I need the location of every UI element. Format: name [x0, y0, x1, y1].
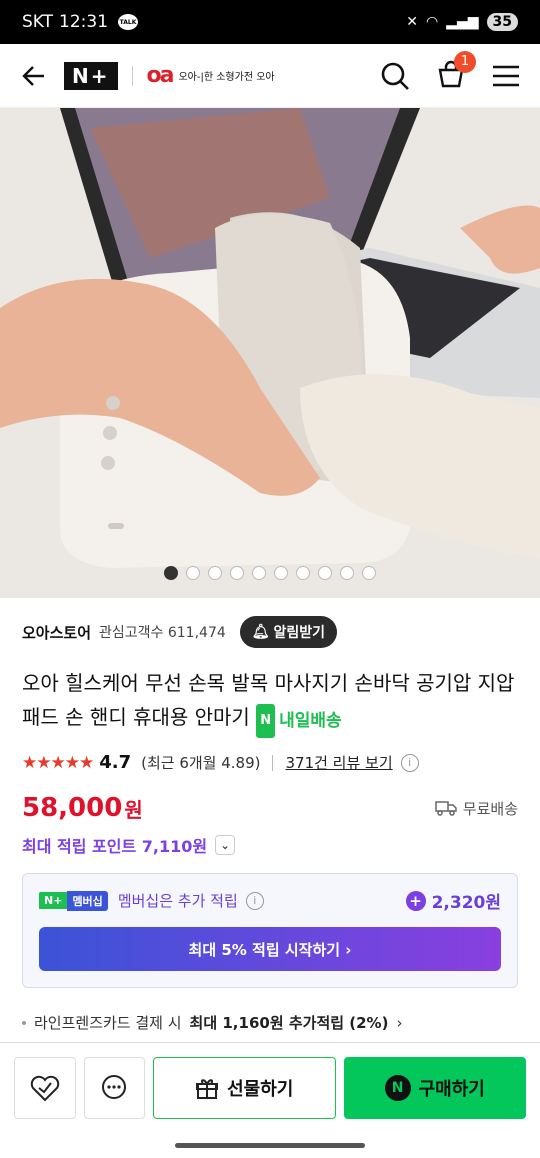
n-delivery-icon: N [256, 704, 276, 738]
rating-row: ★★★★★ 4.7 (최근 6개월 4.89) 371건 리뷰 보기 i [22, 752, 518, 773]
delivery-badge: N 내일배송 [256, 704, 342, 738]
store-row: 오아스토어 관심고객수 611,474 🔔︎ 알림받기 [22, 616, 518, 648]
membership-amount-text: 2,320원 [431, 893, 501, 913]
carousel-dots [0, 566, 540, 580]
carousel-dot[interactable] [252, 566, 266, 580]
buy-button[interactable]: N 구매하기 [343, 1056, 526, 1119]
product-image [0, 108, 540, 598]
membership-badge-part: 멤버십 [67, 890, 108, 911]
gift-label: 선물하기 [227, 1078, 294, 1100]
carousel-dot[interactable] [230, 566, 244, 580]
truck-icon [435, 801, 457, 816]
max-points[interactable]: 최대 적립 포인트 7,110원 ⌄ [22, 833, 518, 857]
carousel-dot[interactable] [362, 566, 376, 580]
store-followers: 관심고객수 611,474 [99, 625, 226, 641]
price-row: 58,000 원 무료배송 [22, 793, 518, 823]
home-indicator[interactable] [175, 1142, 365, 1148]
signal-icon: ▂▄▆ [446, 14, 479, 30]
header-divider [131, 65, 133, 86]
chevron-right-icon: › [396, 1013, 403, 1032]
cart-button[interactable]: 1 [436, 50, 476, 93]
card-offer[interactable]: 라인프렌즈카드 결제 시 최대 1,160원 추가적립 (2%) › [22, 1012, 518, 1033]
bell-plus-icon: 🔔︎ [251, 624, 270, 640]
store-name[interactable]: 오아스토어 [22, 622, 91, 643]
chevron-down-icon[interactable]: ⌄ [215, 835, 236, 855]
carousel-dot[interactable] [296, 566, 310, 580]
membership-text: 멤버십은 추가 적립 [117, 892, 238, 910]
nplus-logo[interactable]: N+ [64, 61, 118, 90]
battery-icon: 35 [486, 13, 518, 31]
card-offer-prefix: 라인프렌즈카드 결제 시 [34, 1014, 182, 1032]
product-title: 오아 힐스케어 무선 손목 발목 마사지기 손바닥 공기압 지압패드 손 핸디 … [22, 666, 518, 738]
membership-start-button[interactable]: 최대 5% 적립 시작하기 › [39, 927, 501, 971]
gift-button[interactable]: 선물하기 [153, 1056, 336, 1119]
carousel-dot[interactable] [164, 566, 178, 580]
alarm-button[interactable]: 🔔︎ 알림받기 [239, 616, 338, 648]
membership-amount: + 2,320원 [405, 888, 501, 913]
price-unit: 원 [124, 797, 143, 822]
talk-icon: TALK [118, 14, 139, 30]
rating-recent: (최근 6개월 4.89) [141, 754, 261, 772]
status-bar: SKT 12:31 TALK ✕ ◠ ▂▄▆ 35 [0, 0, 540, 44]
back-button[interactable] [20, 61, 50, 91]
brand-text: 오아-|한 소형가전 오아 [178, 72, 275, 83]
bullet-icon [22, 1020, 26, 1025]
membership-info-icon[interactable]: i [245, 891, 264, 910]
gift-icon [196, 1078, 219, 1099]
naver-pay-icon: N [384, 1074, 411, 1101]
carousel-dot[interactable] [274, 566, 288, 580]
wifi-icon: ◠ [425, 14, 439, 30]
back-arrow-icon [22, 65, 44, 86]
plus-circle-icon: + [405, 890, 426, 911]
points-text: 최대 적립 포인트 7,110원 [22, 837, 208, 856]
membership-badge: N+ 멤버십 [39, 890, 108, 911]
shipping-text: 무료배송 [462, 799, 518, 818]
membership-box: N+ 멤버십 멤버십은 추가 적립 i + 2,320원 최대 5% 적립 시작… [22, 873, 518, 988]
search-icon[interactable] [380, 61, 410, 91]
rating-value: 4.7 [99, 752, 132, 773]
delivery-text: 내일배송 [279, 711, 342, 731]
rating-stars-icon: ★★★★★ [22, 752, 94, 773]
price-amount: 58,000 [22, 793, 123, 823]
carousel-dot[interactable] [208, 566, 222, 580]
heart-check-icon [30, 1075, 59, 1101]
chat-icon [102, 1074, 127, 1099]
nplus-badge-part: N+ [39, 892, 68, 909]
wishlist-button[interactable] [14, 1056, 76, 1119]
carousel-dot[interactable] [186, 566, 200, 580]
carousel-dot[interactable] [340, 566, 354, 580]
chat-button[interactable] [83, 1056, 145, 1119]
time: 12:31 [59, 12, 109, 32]
info-icon[interactable]: i [400, 753, 419, 772]
mute-icon: ✕ [406, 14, 418, 30]
app-header: N+ oa 오아-|한 소형가전 오아 1 [0, 44, 540, 108]
cart-count-badge: 1 [454, 50, 476, 73]
shipping-info: 무료배송 [435, 798, 518, 819]
product-image-carousel[interactable] [0, 108, 540, 598]
card-offer-highlight: 최대 1,160원 추가적립 (2%) [189, 1014, 389, 1032]
carousel-dot[interactable] [318, 566, 332, 580]
rating-separator [272, 754, 274, 771]
system-nav-bar [0, 1132, 540, 1158]
brand-store-link[interactable]: oa 오아-|한 소형가전 오아 [147, 63, 275, 88]
bottom-action-bar: 선물하기 N 구매하기 [0, 1042, 540, 1132]
buy-label: 구매하기 [418, 1078, 485, 1100]
brand-logo: oa [146, 63, 175, 88]
alarm-label: 알림받기 [273, 625, 326, 641]
review-link[interactable]: 371건 리뷰 보기 [285, 752, 392, 773]
carrier: SKT [22, 12, 54, 32]
menu-icon[interactable] [492, 64, 520, 88]
product-info: 오아스토어 관심고객수 611,474 🔔︎ 알림받기 오아 힐스케어 무선 손… [0, 616, 540, 1033]
